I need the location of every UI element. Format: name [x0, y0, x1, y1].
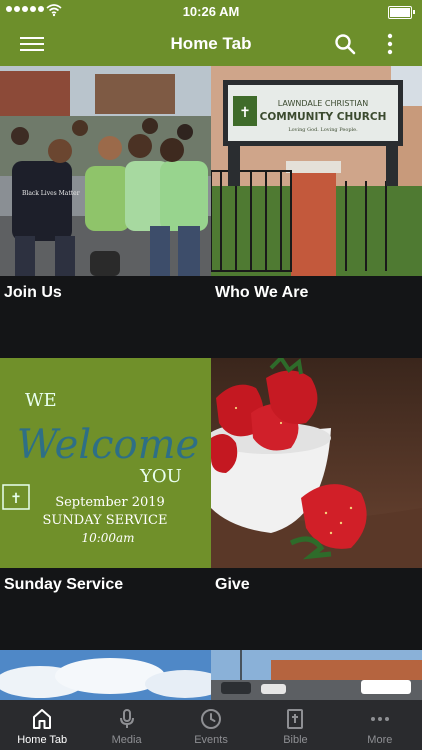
church-sign-line2: COMMUNITY CHURCH: [260, 111, 387, 123]
flyer-we: WE: [25, 390, 57, 411]
shirt-text: Black Lives Matter: [22, 190, 80, 197]
app-bar: Home Tab: [0, 22, 422, 66]
tile-label: Sunday Service: [4, 576, 124, 593]
status-bar: 10:26 AM: [0, 0, 422, 22]
flyer-you: YOU: [139, 466, 182, 487]
svg-text:✝: ✝: [10, 491, 22, 507]
battery-icon: [388, 6, 415, 19]
status-time: 10:26 AM: [182, 4, 240, 19]
more-dots-icon: [370, 717, 389, 721]
sky-photo: [0, 650, 211, 700]
svg-text:✝: ✝: [239, 105, 251, 121]
tile-5[interactable]: [0, 650, 211, 700]
bottom-tab-bar: Home Tab Media Events Bible More: [0, 700, 422, 750]
join-us-photo: Black Lives Matter: [0, 66, 211, 276]
church-sign-photo: ✝ LAWNDALE CHRISTIAN COMMUNITY CHURCH Lo…: [211, 66, 422, 276]
tile-who-we-are[interactable]: ✝ LAWNDALE CHRISTIAN COMMUNITY CHURCH Lo…: [211, 66, 422, 358]
tab-bible[interactable]: Bible: [253, 700, 337, 750]
page-title: Home Tab: [170, 34, 252, 53]
tab-label: Home Tab: [17, 734, 68, 746]
tab-label: Events: [194, 734, 228, 746]
church-sign-line1: LAWNDALE CHRISTIAN: [278, 99, 368, 108]
bible-icon: [287, 709, 304, 729]
tile-label: Who We Are: [215, 284, 309, 301]
flyer-time: 10:00am: [81, 531, 134, 545]
tab-label: More: [367, 734, 393, 746]
tile-join-us[interactable]: Black Lives Matter Join Us: [0, 66, 211, 358]
microphone-icon: [119, 709, 134, 728]
tile-sunday-service[interactable]: WE Welcome YOU ✝ September 2019 SUNDAY S…: [0, 358, 211, 650]
tab-home[interactable]: Home Tab: [0, 700, 84, 750]
tile-give[interactable]: Give: [211, 358, 422, 650]
clock-icon: [201, 709, 222, 729]
street-photo: [211, 650, 422, 700]
search-icon[interactable]: [333, 32, 357, 56]
tab-more[interactable]: More: [338, 700, 422, 750]
flyer-date: September 2019: [55, 495, 165, 510]
overflow-menu-icon[interactable]: [380, 32, 400, 56]
tile-label: Join Us: [4, 284, 62, 301]
welcome-flyer: WE Welcome YOU ✝ September 2019 SUNDAY S…: [0, 358, 211, 568]
church-sign-tagline: Loving God. Loving People.: [288, 127, 358, 133]
tab-label: Bible: [283, 734, 308, 746]
strawberries-photo: [211, 358, 422, 568]
tab-media[interactable]: Media: [84, 700, 168, 750]
tab-events[interactable]: Events: [169, 700, 253, 750]
tile-6[interactable]: [211, 650, 422, 700]
home-icon: [33, 709, 52, 729]
tab-label: Media: [111, 734, 142, 746]
flyer-service: SUNDAY SERVICE: [43, 513, 168, 528]
tile-label: Give: [215, 576, 250, 593]
flyer-welcome: Welcome: [17, 422, 199, 468]
